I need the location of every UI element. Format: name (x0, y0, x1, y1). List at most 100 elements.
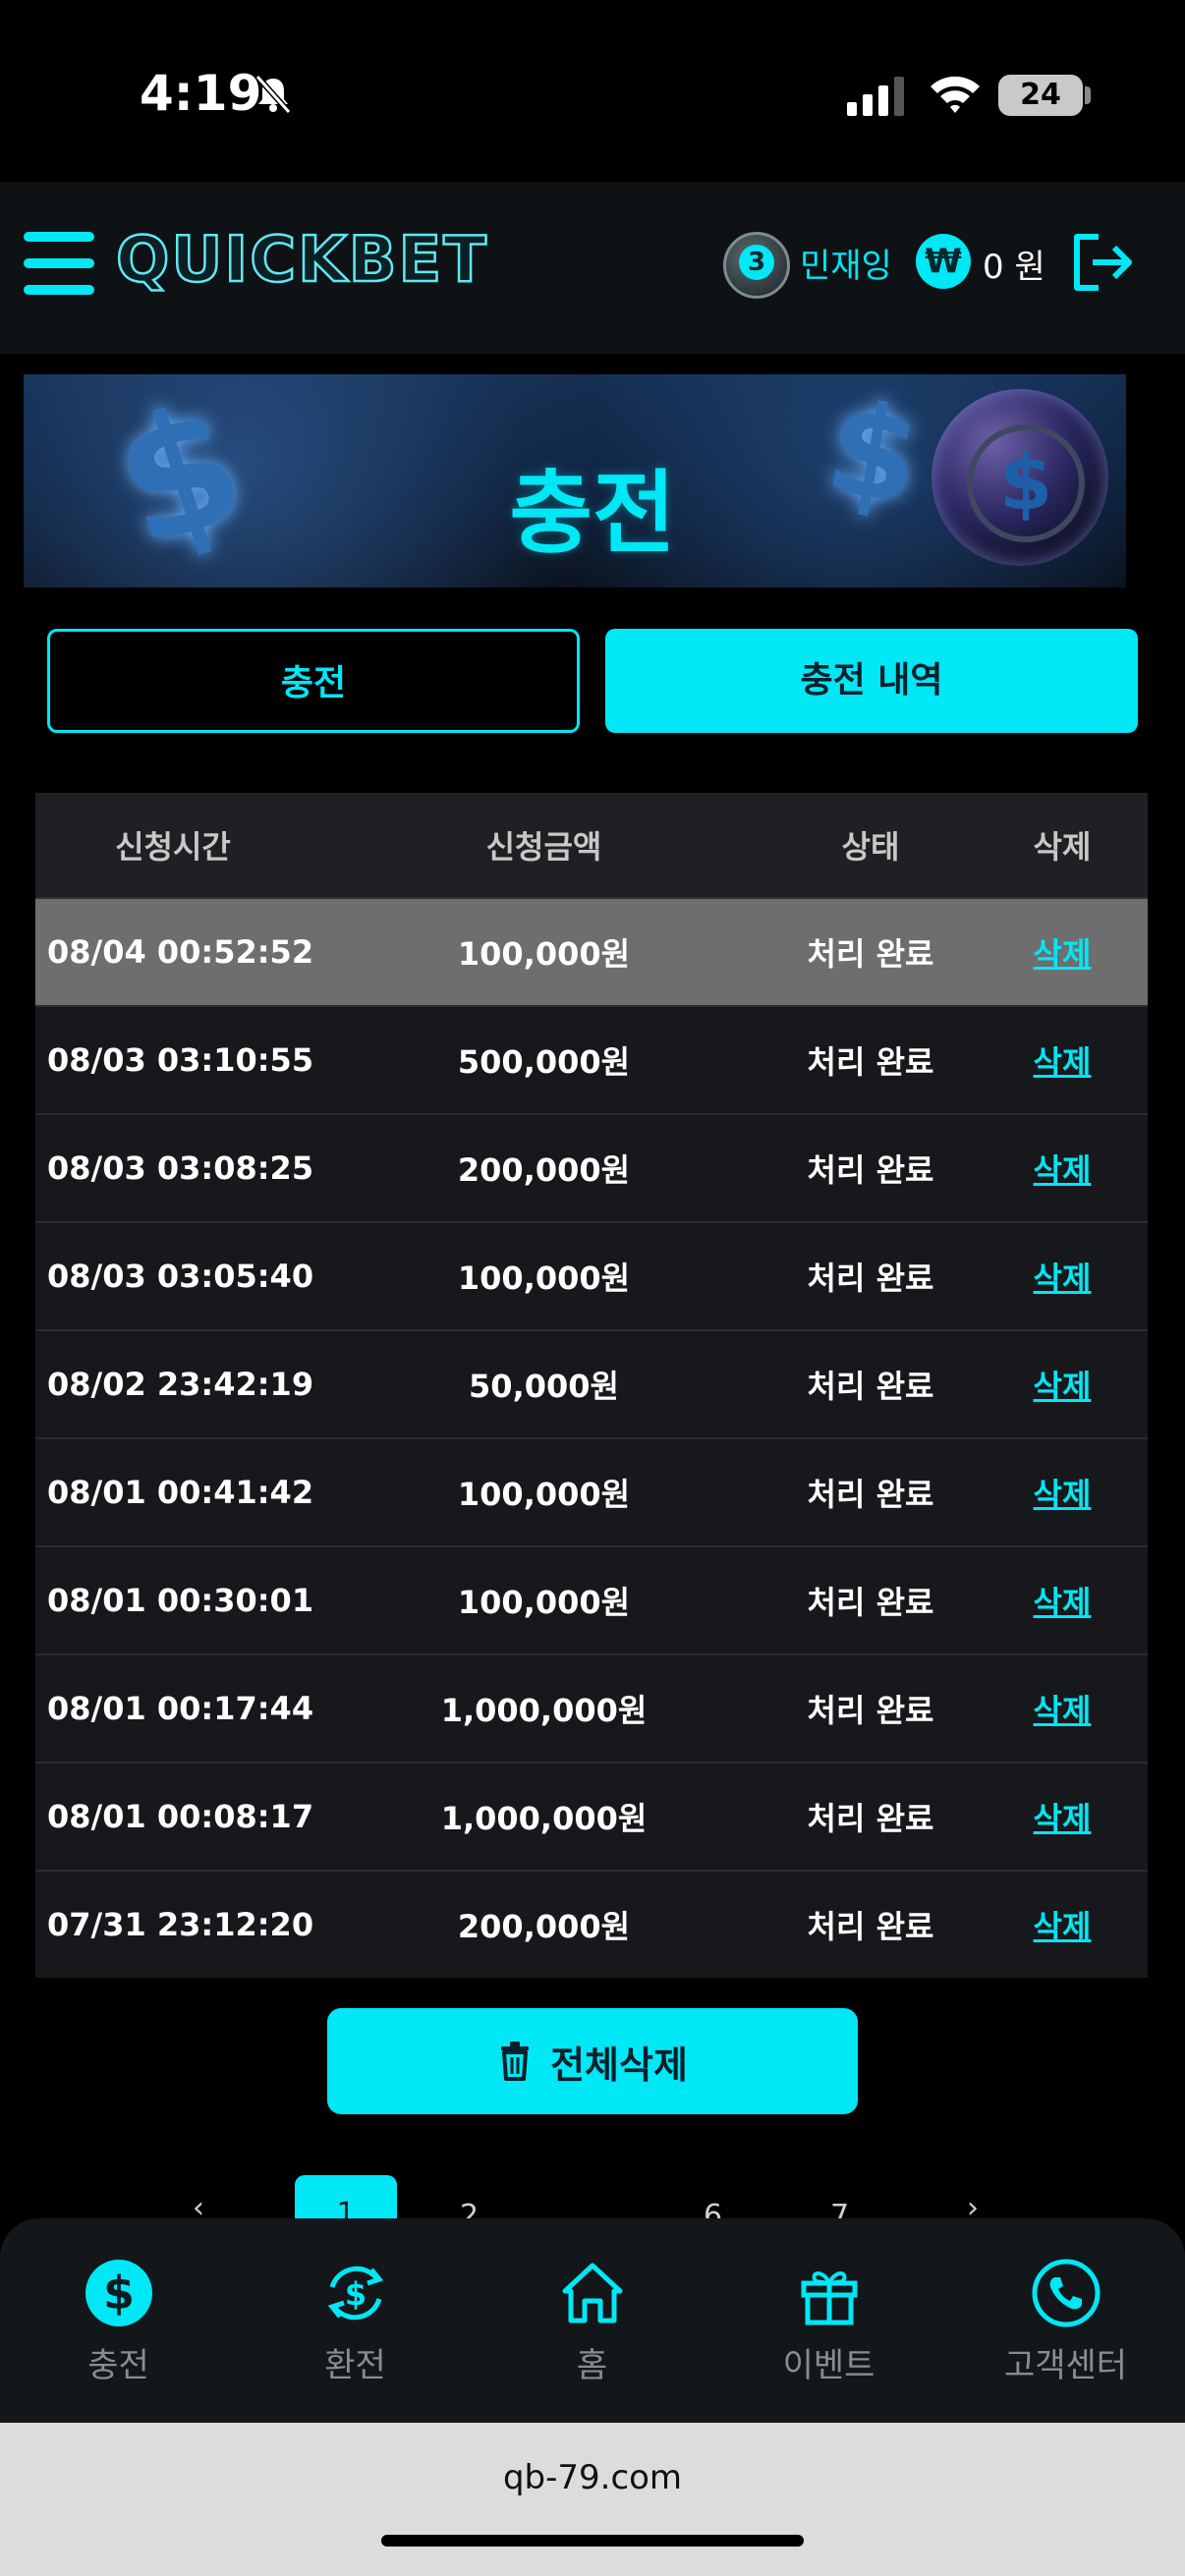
balance-amount: 0 원 (983, 248, 1045, 287)
row-time: 08/01 00:17:44 (47, 1690, 314, 1727)
won-currency-icon: ₩ (916, 234, 971, 289)
row-status: 처리 완료 (807, 935, 934, 973)
phone-icon (1032, 2259, 1100, 2327)
nav-item-exchange[interactable]: $ 환전 (237, 2218, 474, 2423)
trash-icon (501, 2042, 530, 2081)
gift-icon (801, 2271, 858, 2325)
table-row[interactable]: 08/01 00:30:01 100,000원 처리 완료 삭제 (35, 1547, 1148, 1655)
nav-item-charge[interactable]: $ 충전 (0, 2218, 237, 2423)
row-amount: 1,000,000원 (440, 1692, 648, 1729)
dollar-coin-icon: $ (85, 2260, 152, 2326)
nav-label: 환전 (324, 2346, 386, 2385)
logout-icon[interactable] (1071, 232, 1136, 293)
page-title: 충전 (509, 461, 676, 566)
table-row[interactable]: 08/01 00:17:44 1,000,000원 처리 완료 삭제 (35, 1655, 1148, 1764)
row-delete-link[interactable]: 삭제 (1008, 1655, 1116, 1762)
table-header-row: 신청시간 신청금액 상태 삭제 (35, 793, 1148, 899)
username[interactable]: 민재잉 (800, 239, 892, 287)
row-amount: 100,000원 (457, 1260, 631, 1297)
table-row[interactable]: 08/03 03:05:40 100,000원 처리 완료 삭제 (35, 1223, 1148, 1331)
tab-charge[interactable]: 충전 (47, 629, 580, 733)
row-delete-link[interactable]: 삭제 (1008, 1547, 1116, 1653)
table-row[interactable]: 08/04 00:52:52 100,000원 처리 완료 삭제 (35, 899, 1148, 1007)
nav-item-home[interactable]: 홈 (474, 2218, 710, 2423)
row-delete-link[interactable]: 삭제 (1008, 1115, 1116, 1221)
level-badge: 3 (723, 232, 790, 299)
pagination-page[interactable]: 2 (460, 2199, 479, 2220)
home-icon (562, 2263, 623, 2324)
row-status: 처리 완료 (807, 1908, 934, 1945)
row-amount: 100,000원 (457, 935, 631, 973)
row-delete-link[interactable]: 삭제 (1008, 1007, 1116, 1113)
row-amount: 1,000,000원 (440, 1800, 648, 1837)
row-time: 08/03 03:10:55 (47, 1041, 314, 1079)
row-time: 08/02 23:42:19 (47, 1366, 314, 1403)
header-status: 상태 (841, 828, 900, 866)
nav-label: 홈 (576, 2346, 608, 2385)
row-amount: 100,000원 (457, 1476, 631, 1513)
browser-address-bar (0, 2423, 1185, 2576)
row-delete-link[interactable]: 삭제 (1008, 1872, 1116, 1978)
home-indicator (381, 2535, 804, 2547)
row-time: 07/31 23:12:20 (47, 1906, 314, 1943)
pagination-next[interactable]: › (967, 2191, 979, 2220)
table-row[interactable]: 08/01 00:41:42 100,000원 처리 완료 삭제 (35, 1439, 1148, 1547)
row-delete-link[interactable]: 삭제 (1008, 1223, 1116, 1329)
row-amount: 500,000원 (457, 1043, 631, 1081)
table-row[interactable]: 08/01 00:08:17 1,000,000원 처리 완료 삭제 (35, 1764, 1148, 1872)
table-row[interactable]: 08/03 03:10:55 500,000원 처리 완료 삭제 (35, 1007, 1148, 1115)
row-delete-link[interactable]: 삭제 (1008, 1764, 1116, 1870)
pagination: ‹ 1 2 6 7 › (0, 2171, 1185, 2220)
row-time: 08/03 03:05:40 (47, 1258, 314, 1295)
delete-all-label: 전체삭제 (550, 2043, 688, 2087)
quickbet-logo[interactable]: QUICKBET (115, 223, 488, 299)
row-time: 08/01 00:30:01 (47, 1582, 314, 1619)
row-amount: 200,000원 (457, 1151, 631, 1189)
nav-item-support[interactable]: 고객센터 (947, 2218, 1184, 2423)
row-time: 08/04 00:52:52 (47, 933, 314, 971)
row-time: 08/01 00:41:42 (47, 1474, 314, 1511)
bottom-navigation: $ 충전 $ 환전 홈 이벤트 고객센터 (0, 2218, 1185, 2423)
tab-charge-history[interactable]: 충전 내역 (605, 629, 1138, 733)
row-amount: 50,000원 (469, 1368, 619, 1405)
nav-item-event[interactable]: 이벤트 (710, 2218, 947, 2423)
level-number: 3 (739, 245, 774, 280)
table-row[interactable]: 08/02 23:42:19 50,000원 처리 완료 삭제 (35, 1331, 1148, 1439)
status-time: 4:19 (140, 65, 262, 122)
delete-all-button[interactable]: 전체삭제 (327, 2008, 858, 2114)
browser-url[interactable]: qb-79.com (0, 2458, 1185, 2497)
row-time: 08/01 00:08:17 (47, 1798, 314, 1835)
pagination-page-active[interactable]: 1 (295, 2175, 397, 2220)
row-status: 처리 완료 (807, 1151, 934, 1189)
row-status: 처리 완료 (807, 1368, 934, 1405)
row-amount: 100,000원 (457, 1584, 631, 1621)
nav-label: 이벤트 (782, 2346, 875, 2385)
row-delete-link[interactable]: 삭제 (1008, 1331, 1116, 1437)
header-request-amount: 신청금액 (485, 828, 602, 866)
pagination-page[interactable]: 7 (830, 2199, 849, 2220)
charge-history-table: 신청시간 신청금액 상태 삭제 08/04 00:52:52 100,000원 … (35, 793, 1148, 1978)
row-status: 처리 완료 (807, 1692, 934, 1729)
row-status: 처리 완료 (807, 1260, 934, 1297)
row-status: 처리 완료 (807, 1043, 934, 1081)
row-status: 처리 완료 (807, 1800, 934, 1837)
exchange-icon: $ (327, 2266, 384, 2321)
nav-label: 충전 (87, 2346, 149, 2385)
header-delete: 삭제 (1033, 828, 1092, 866)
row-status: 처리 완료 (807, 1584, 934, 1621)
table-row[interactable]: 07/31 23:12:20 200,000원 처리 완료 삭제 (35, 1872, 1148, 1978)
table-row[interactable]: 08/03 03:08:25 200,000원 처리 완료 삭제 (35, 1115, 1148, 1223)
wifi-icon (931, 76, 980, 113)
svg-text:$: $ (345, 2275, 367, 2313)
bell-muted-icon (254, 75, 292, 114)
hamburger-menu-icon[interactable] (24, 232, 94, 295)
row-amount: 200,000원 (457, 1908, 631, 1945)
battery-indicator: 24 (998, 75, 1083, 116)
row-delete-link[interactable]: 삭제 (1008, 899, 1116, 1005)
svg-text:$: $ (103, 2267, 135, 2320)
pagination-prev[interactable]: ‹ (193, 2191, 204, 2220)
header-request-time: 신청시간 (115, 828, 231, 866)
row-delete-link[interactable]: 삭제 (1008, 1439, 1116, 1545)
pagination-page[interactable]: 6 (704, 2199, 722, 2220)
row-time: 08/03 03:08:25 (47, 1149, 314, 1187)
